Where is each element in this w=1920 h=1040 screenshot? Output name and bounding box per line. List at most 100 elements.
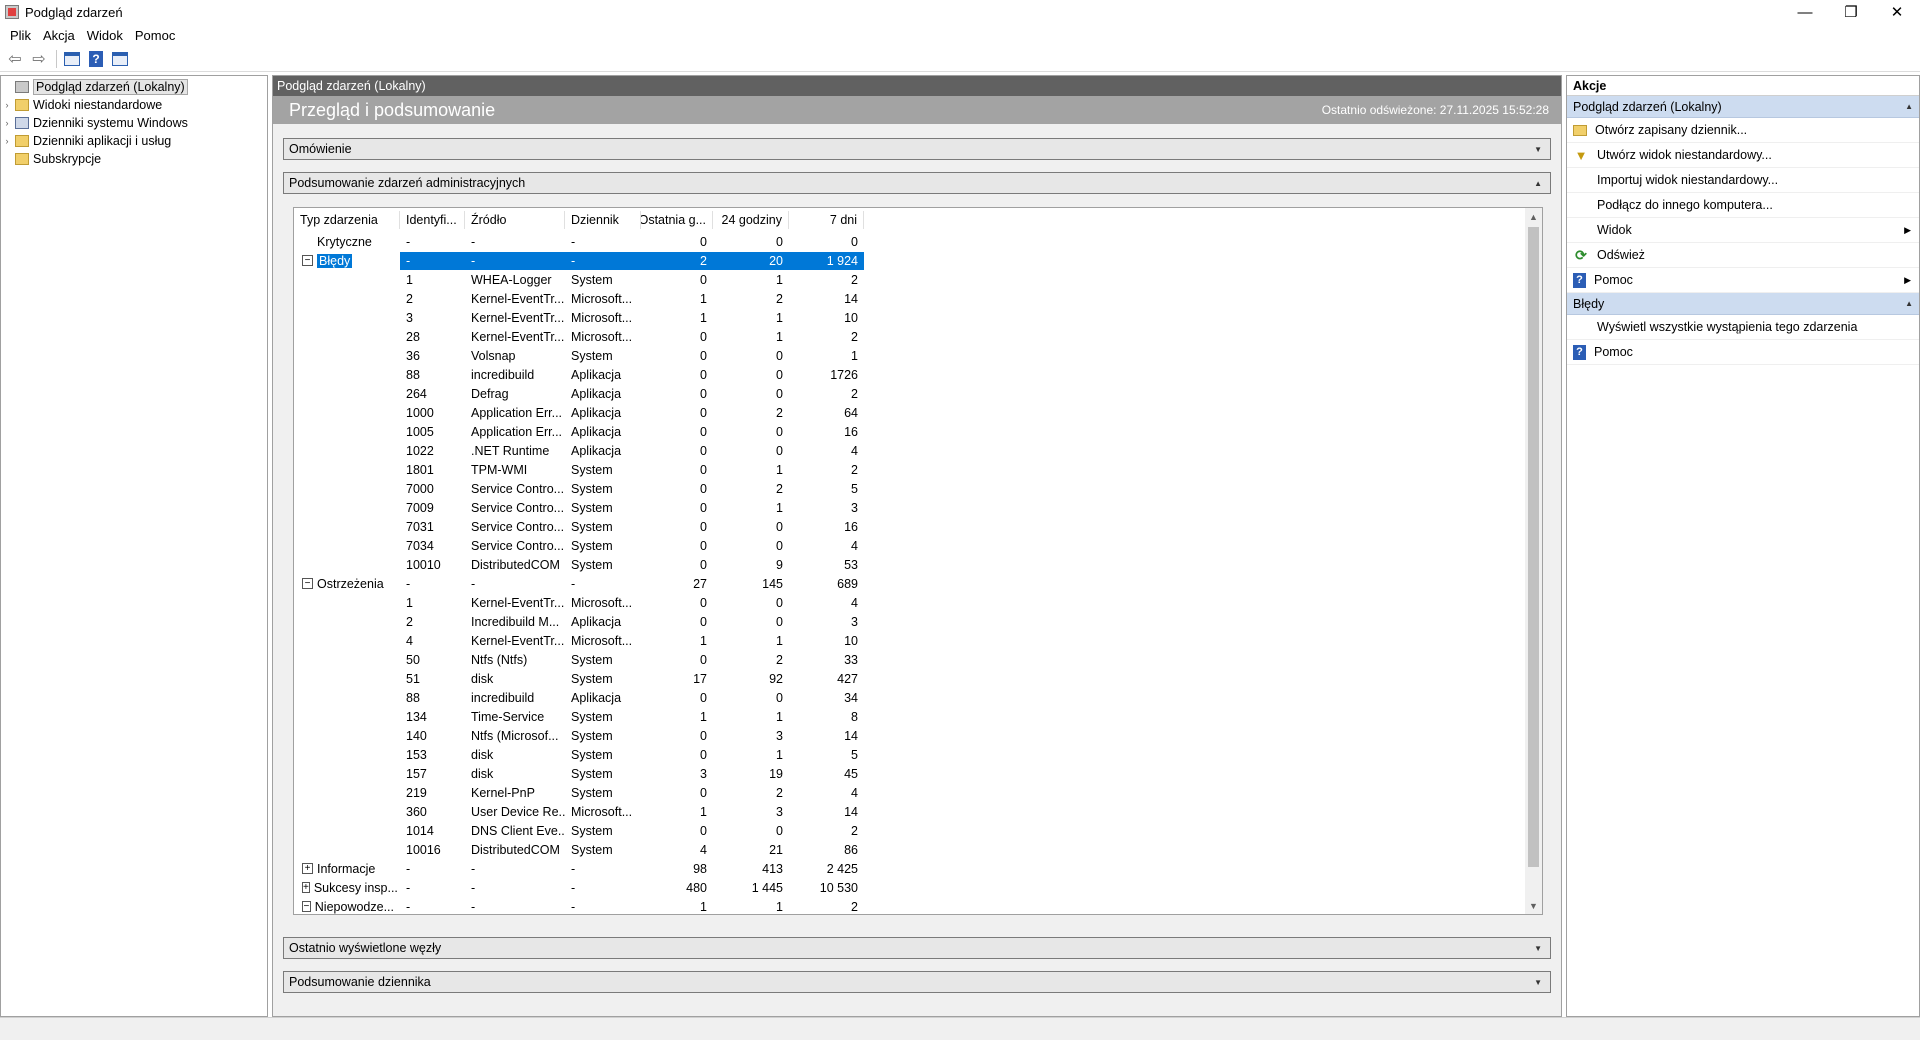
tree-item[interactable]: Podgląd zdarzeń (Lokalny)	[1, 78, 267, 96]
cell-last-hour: 0	[700, 405, 707, 420]
table-row[interactable]: Krytyczne - - - 0 0 0	[294, 232, 864, 251]
table-row[interactable]: − Niepowodze... - - -1 1 2	[294, 897, 864, 914]
help-button[interactable]: ?	[85, 48, 107, 70]
table-row[interactable]: 28 Kernel-EventTr... Microsoft... 0 1 2	[294, 327, 864, 346]
tree-item[interactable]: › Widoki niestandardowe	[1, 96, 267, 114]
column-header-event-type[interactable]: Typ zdarzenia	[294, 211, 400, 229]
chevron-up-icon[interactable]: ▲	[1534, 179, 1542, 188]
menu-action[interactable]: Akcja	[37, 28, 81, 43]
table-row[interactable]: 3 Kernel-EventTr... Microsoft... 1 1 10	[294, 308, 864, 327]
table-row[interactable]: 7000 Service Contro... System 0 2 5	[294, 479, 864, 498]
action-item[interactable]: Importuj widok niestandardowy...	[1567, 168, 1919, 193]
column-header-source[interactable]: Źródło	[465, 211, 565, 229]
tree-expand-chevron-icon[interactable]: ›	[1, 136, 13, 146]
table-row[interactable]: − Ostrzeżenia - - -27 145 689	[294, 574, 864, 593]
section-admin-events-summary[interactable]: Podsumowanie zdarzeń administracyjnych ▲	[283, 172, 1551, 194]
table-row[interactable]: 1 Kernel-EventTr... Microsoft... 0 0 4	[294, 593, 864, 612]
scroll-up-arrow-icon[interactable]: ▲	[1525, 208, 1542, 225]
table-row[interactable]: 50 Ntfs (Ntfs) System 0 2 33	[294, 650, 864, 669]
collapse-up-icon[interactable]: ▲	[1905, 102, 1913, 111]
tree-item[interactable]: Subskrypcje	[1, 150, 267, 168]
table-row[interactable]: 2 Incredibuild M... Aplikacja 0 0 3	[294, 612, 864, 631]
tree-item[interactable]: › Dzienniki systemu Windows	[1, 114, 267, 132]
column-header-24-hours[interactable]: 24 godziny	[713, 211, 789, 229]
restore-button[interactable]: ❐	[1828, 0, 1874, 24]
actions-group-errors[interactable]: Błędy ▲	[1567, 293, 1919, 315]
cell-log: System	[571, 728, 613, 743]
table-row[interactable]: 36 Volsnap System 0 0 1	[294, 346, 864, 365]
menu-view[interactable]: Widok	[81, 28, 129, 43]
table-row[interactable]: 1000 Application Err... Aplikacja 0 2 64	[294, 403, 864, 422]
action-item-label: Utwórz widok niestandardowy...	[1597, 148, 1772, 162]
table-row[interactable]: 153 disk System 0 1 5	[294, 745, 864, 764]
collapse-minus-icon[interactable]: −	[302, 255, 313, 266]
expand-plus-icon[interactable]: +	[302, 882, 310, 893]
show-hide-action-pane-button[interactable]	[109, 48, 131, 70]
show-hide-console-tree-button[interactable]	[61, 48, 83, 70]
cell-log: Microsoft...	[571, 633, 633, 648]
table-row[interactable]: 219 Kernel-PnP System 0 2 4	[294, 783, 864, 802]
section-recent-nodes[interactable]: Ostatnio wyświetlone węzły ▼	[283, 937, 1551, 959]
collapse-minus-icon[interactable]: −	[302, 901, 311, 912]
back-arrow-icon[interactable]: ⇦	[4, 48, 26, 70]
column-header-7-days[interactable]: 7 dni	[789, 211, 864, 229]
expand-plus-icon[interactable]: +	[302, 863, 313, 874]
forward-arrow-icon[interactable]: ⇨	[28, 48, 50, 70]
scroll-down-arrow-icon[interactable]: ▼	[1525, 897, 1542, 914]
table-row[interactable]: 1014 DNS Client Eve... System 0 0 2	[294, 821, 864, 840]
action-item[interactable]: ⟳ Odśwież	[1567, 243, 1919, 268]
table-row[interactable]: − Błędy - - -2 20 1 924	[294, 251, 864, 270]
chevron-down-icon[interactable]: ▼	[1534, 944, 1542, 953]
vertical-scrollbar[interactable]: ▲ ▼	[1525, 208, 1542, 914]
scrollbar-thumb[interactable]	[1528, 227, 1539, 867]
action-item[interactable]: Widok ▶	[1567, 218, 1919, 243]
table-row[interactable]: 4 Kernel-EventTr... Microsoft... 1 1 10	[294, 631, 864, 650]
minimize-button[interactable]: —	[1782, 0, 1828, 24]
tree-expand-chevron-icon[interactable]: ›	[1, 100, 13, 110]
table-row[interactable]: 2 Kernel-EventTr... Microsoft... 1 2 14	[294, 289, 864, 308]
action-item[interactable]: Wyświetl wszystkie wystąpienia tego zdar…	[1567, 315, 1919, 340]
cell-last-hour: 1	[700, 709, 707, 724]
chevron-down-icon[interactable]: ▼	[1534, 978, 1542, 987]
table-row[interactable]: 1022 .NET Runtime Aplikacja 0 0 4	[294, 441, 864, 460]
chevron-down-icon[interactable]: ▼	[1534, 145, 1542, 154]
table-row[interactable]: 157 disk System 3 19 45	[294, 764, 864, 783]
section-log-summary[interactable]: Podsumowanie dziennika ▼	[283, 971, 1551, 993]
action-item[interactable]: ▼ Utwórz widok niestandardowy...	[1567, 143, 1919, 168]
table-row[interactable]: 7034 Service Contro... System 0 0 4	[294, 536, 864, 555]
table-row[interactable]: 7031 Service Contro... System 0 0 16	[294, 517, 864, 536]
collapse-up-icon[interactable]: ▲	[1905, 299, 1913, 308]
column-header-last-hour[interactable]: Ostatnia g...	[641, 211, 713, 229]
table-row[interactable]: 264 Defrag Aplikacja 0 0 2	[294, 384, 864, 403]
menu-help[interactable]: Pomoc	[129, 28, 181, 43]
table-row[interactable]: 88 incredibuild Aplikacja 0 0 1726	[294, 365, 864, 384]
table-row[interactable]: 360 User Device Re... Microsoft... 1 3 14	[294, 802, 864, 821]
table-row[interactable]: 1005 Application Err... Aplikacja 0 0 16	[294, 422, 864, 441]
cell-log: System	[571, 500, 613, 515]
table-row[interactable]: 140 Ntfs (Microsof... System 0 3 14	[294, 726, 864, 745]
actions-group-local[interactable]: Podgląd zdarzeń (Lokalny) ▲	[1567, 96, 1919, 118]
column-header-log[interactable]: Dziennik	[565, 211, 641, 229]
table-row[interactable]: 7009 Service Contro... System 0 1 3	[294, 498, 864, 517]
action-item[interactable]: ? Pomoc ▶	[1567, 268, 1919, 293]
tree-expand-chevron-icon[interactable]: ›	[1, 118, 13, 128]
action-item[interactable]: Otwórz zapisany dziennik...	[1567, 118, 1919, 143]
tree-item[interactable]: › Dzienniki aplikacji i usług	[1, 132, 267, 150]
table-row[interactable]: 134 Time-Service System 1 1 8	[294, 707, 864, 726]
cell-source: Kernel-EventTr...	[471, 329, 565, 344]
column-header-id[interactable]: Identyfi...	[400, 211, 465, 229]
collapse-minus-icon[interactable]: −	[302, 578, 313, 589]
action-item[interactable]: Podłącz do innego komputera...	[1567, 193, 1919, 218]
table-row[interactable]: 1801 TPM-WMI System 0 1 2	[294, 460, 864, 479]
table-row[interactable]: 10010 DistributedCOM System 0 9 53	[294, 555, 864, 574]
table-row[interactable]: 1 WHEA-Logger System 0 1 2	[294, 270, 864, 289]
menu-file[interactable]: Plik	[4, 28, 37, 43]
table-row[interactable]: 51 disk System 17 92 427	[294, 669, 864, 688]
close-button[interactable]: ✕	[1874, 0, 1920, 24]
section-overview[interactable]: Omówienie ▼	[283, 138, 1551, 160]
table-row[interactable]: + Informacje - - - 98 413 2 425	[294, 859, 864, 878]
table-row[interactable]: 88 incredibuild Aplikacja 0 0 34	[294, 688, 864, 707]
table-row[interactable]: + Sukcesy insp... - - -480 1 445 10 530	[294, 878, 864, 897]
action-item[interactable]: ? Pomoc	[1567, 340, 1919, 365]
table-row[interactable]: 10016 DistributedCOM System 4 21 86	[294, 840, 864, 859]
